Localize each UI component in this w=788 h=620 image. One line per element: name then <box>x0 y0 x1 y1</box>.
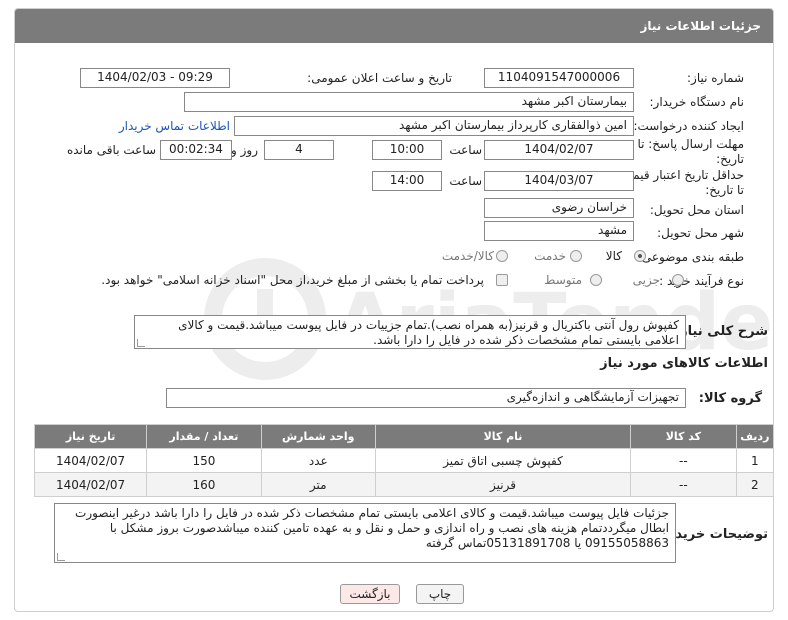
treasury-payment-note: پرداخت تمام یا بخشی از مبلغ خرید،از محل … <box>101 273 484 287</box>
category-label: طبقه بندی موضوعی: <box>637 250 744 264</box>
category-option-goods-service: کالا/خدمت <box>441 249 494 263</box>
col-header-row: ردیف <box>735 424 775 449</box>
category-option-service: خدمت <box>534 249 566 263</box>
cell-qty: 150 <box>146 448 262 473</box>
print-button[interactable]: چاپ <box>416 584 464 604</box>
back-button[interactable]: بازگشت <box>340 584 400 604</box>
days-field: 4 <box>264 140 334 160</box>
general-desc-text: کفپوش رول آنتی باکتریال و قرنیز(به همراه… <box>178 318 679 347</box>
col-header-qty: تعداد / مقدار <box>146 424 262 449</box>
col-header-code: کد کالا <box>630 424 737 449</box>
table-row: 2 -- قرنیز متر 160 1404/02/07 <box>33 472 775 497</box>
city-field: مشهد <box>484 221 634 241</box>
treasury-payment-checkbox[interactable] <box>496 274 508 286</box>
panel-header: جزئیات اطلاعات نیاز <box>15 9 773 43</box>
deadline-time-label: ساعت <box>449 143 482 157</box>
province-label: استان محل تحویل: <box>649 203 744 217</box>
cell-code: -- <box>630 448 737 473</box>
general-desc-textarea: کفپوش رول آنتی باکتریال و قرنیز(به همراه… <box>134 315 686 349</box>
cell-qty: 160 <box>146 472 262 497</box>
category-radio-goods-service[interactable] <box>496 250 508 262</box>
remaining-label: ساعت باقی مانده <box>66 143 156 157</box>
goods-table-header: ردیف کد کالا نام کالا واحد شمارش تعداد /… <box>33 424 775 449</box>
resize-handle-icon[interactable] <box>137 339 145 347</box>
days-label: روز و <box>231 143 258 157</box>
col-header-unit: واحد شمارش <box>260 424 376 449</box>
cell-date: 1404/02/07 <box>33 448 148 473</box>
announce-label: تاریخ و ساعت اعلان عمومی: <box>307 71 452 85</box>
validity-time-label: ساعت <box>449 174 482 188</box>
resize-handle-icon[interactable] <box>57 553 65 561</box>
cell-row: 1 <box>735 448 775 473</box>
validity-label-line1: حداقل تاریخ اعتبار قیمت: <box>617 168 744 182</box>
need-number-label: شماره نیاز: <box>687 71 744 85</box>
cell-date: 1404/02/07 <box>33 472 148 497</box>
general-desc-label: شرح کلی نیاز: <box>674 324 768 339</box>
deadline-date-field: 1404/02/07 <box>484 140 634 160</box>
purchase-option-minor: جزیی <box>632 273 660 287</box>
buyer-notes-text: جزئیات فایل پیوست میباشد.قیمت و کالای اع… <box>75 506 669 550</box>
col-header-date: تاریخ نیاز <box>33 424 148 449</box>
purchase-option-medium: متوسط <box>544 273 582 287</box>
creator-field: امین ذوالفقاری کارپرداز بیمارستان اکبر م… <box>234 116 634 136</box>
city-label: شهر محل تحویل: <box>657 226 744 240</box>
announce-field: 1404/02/03 - 09:29 <box>80 68 230 88</box>
category-radio-service[interactable] <box>570 250 582 262</box>
category-option-goods: کالا <box>605 249 622 263</box>
goods-group-field: تجهیزات آزمایشگاهی و اندازه‌گیری <box>166 388 686 408</box>
buyer-org-field: بیمارستان اکبر مشهد <box>184 92 634 112</box>
province-field: خراسان رضوی <box>484 198 634 218</box>
buyer-contact-link[interactable]: اطلاعات تماس خریدار <box>119 119 230 133</box>
cell-unit: عدد <box>260 448 376 473</box>
cell-unit: متر <box>260 472 376 497</box>
need-number-field: 1104091547000006 <box>484 68 634 88</box>
deadline-label-line1: مهلت ارسال پاسخ: تا <box>637 137 744 151</box>
validity-date-field: 1404/03/07 <box>484 171 634 191</box>
goods-group-label: گروه کالا: <box>698 391 762 406</box>
remaining-time-field: 00:02:34 <box>160 140 232 160</box>
deadline-time-field: 10:00 <box>372 140 442 160</box>
buyer-org-label: نام دستگاه خریدار: <box>649 95 745 109</box>
goods-table: ردیف کد کالا نام کالا واحد شمارش تعداد /… <box>33 424 775 497</box>
table-row: 1 -- کفپوش چسبی اتاق تمیز عدد 150 1404/0… <box>33 448 775 473</box>
goods-section-title: اطلاعات کالاهای مورد نیاز <box>600 356 768 371</box>
cell-row: 2 <box>735 472 775 497</box>
validity-time-field: 14:00 <box>372 171 442 191</box>
validity-label-line2: تا تاریخ: <box>705 183 744 197</box>
purchase-radio-minor[interactable] <box>672 274 684 286</box>
col-header-name: نام کالا <box>374 424 632 449</box>
cell-name: قرنیز <box>374 472 632 497</box>
cell-code: -- <box>630 472 737 497</box>
buyer-notes-textarea: جزئیات فایل پیوست میباشد.قیمت و کالای اع… <box>54 503 676 563</box>
creator-label: ایجاد کننده درخواست: <box>633 119 744 133</box>
cell-name: کفپوش چسبی اتاق تمیز <box>374 448 632 473</box>
deadline-label-line2: تاریخ: <box>716 152 744 166</box>
purchase-radio-medium[interactable] <box>590 274 602 286</box>
category-radio-goods[interactable] <box>634 250 646 262</box>
